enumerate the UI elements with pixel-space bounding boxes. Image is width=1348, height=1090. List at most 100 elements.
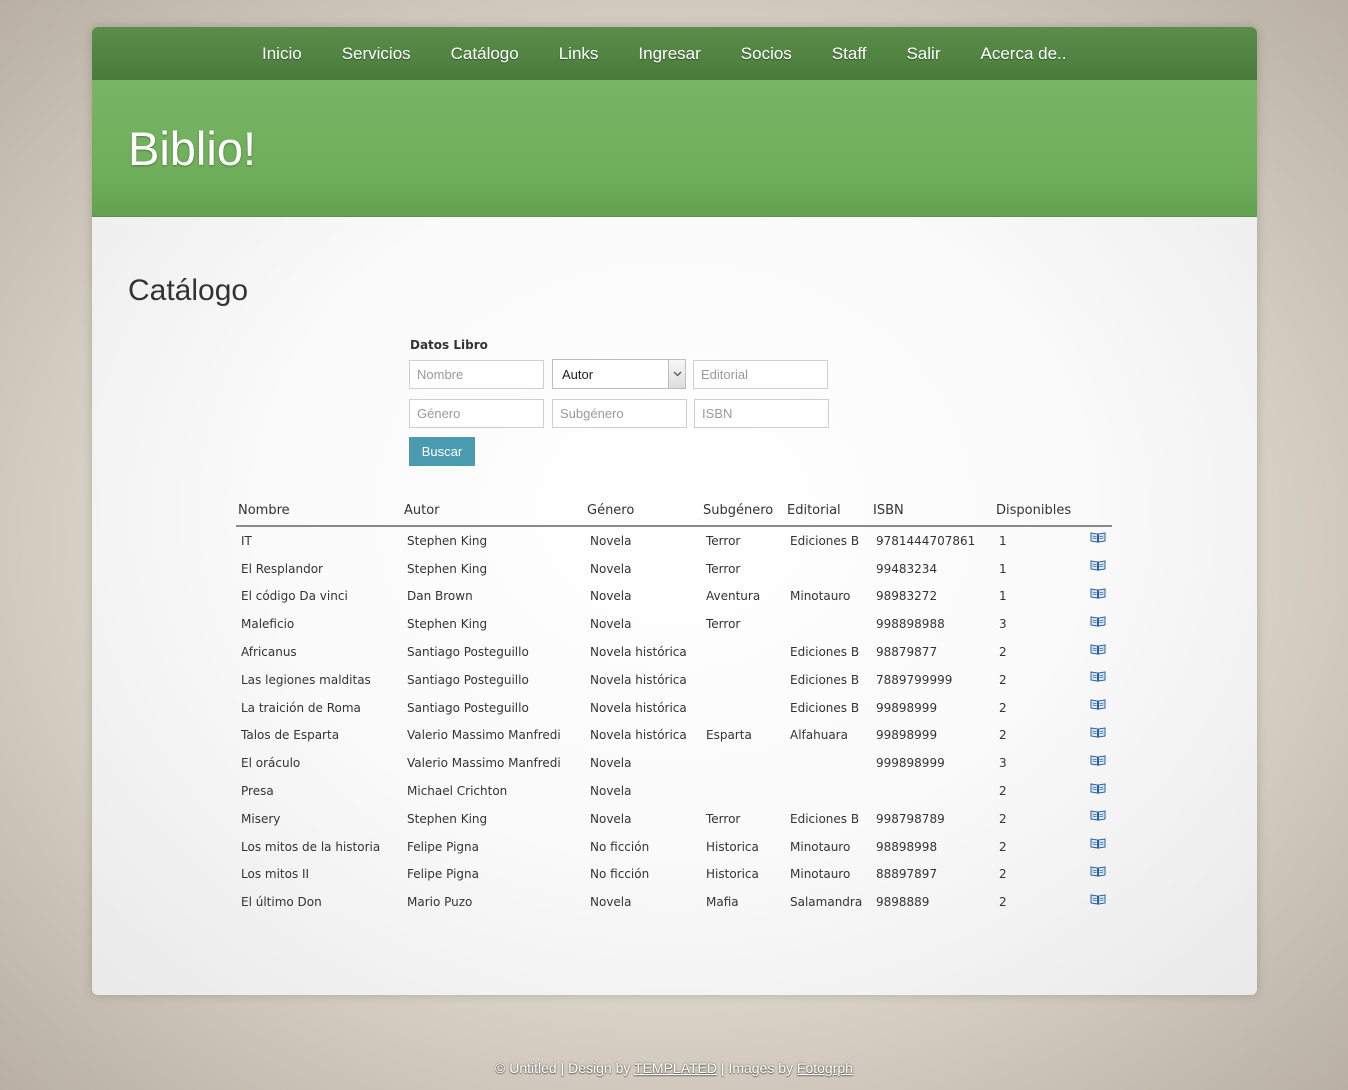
templated-link[interactable]: TEMPLATED bbox=[634, 1060, 717, 1076]
table-row: Africanus Santiago Posteguillo Novela hist… bbox=[236, 638, 1112, 666]
nav-item-socios[interactable]: Socios bbox=[741, 44, 792, 64]
cell-genero: Novela histórica bbox=[590, 645, 687, 660]
column-header-nombre: Nombre bbox=[236, 500, 402, 527]
nav-item-inicio[interactable]: Inicio bbox=[262, 44, 302, 64]
open-book-icon[interactable] bbox=[1090, 698, 1106, 710]
cell-autor: Felipe Pigna bbox=[407, 867, 479, 882]
footer-credit: © Untitled | Design by bbox=[495, 1060, 631, 1076]
table-row: Presa Michael Crichton Novela 2 bbox=[236, 777, 1112, 805]
cell-subgenero: Historica bbox=[706, 839, 759, 854]
table-header-row: Nombre Autor Género Subgénero Editorial ISBN D… bbox=[236, 500, 1112, 527]
open-book-icon[interactable] bbox=[1090, 865, 1106, 877]
cell-editorial: Ediciones B bbox=[790, 533, 860, 548]
autor-select[interactable]: Autor bbox=[552, 359, 686, 389]
nav-item-acerca-de[interactable]: Acerca de.. bbox=[980, 44, 1066, 64]
autor-select-value: Autor bbox=[562, 367, 594, 382]
cell-autor: Stephen King bbox=[407, 811, 488, 826]
chevron-down-icon[interactable] bbox=[668, 360, 685, 388]
table-row: El oráculo Valerio Massimo Manfredi Novela… bbox=[236, 749, 1112, 777]
open-book-icon[interactable] bbox=[1090, 837, 1106, 849]
cell-genero: Novela bbox=[590, 895, 632, 910]
search-form-legend: Datos Libro bbox=[410, 338, 488, 352]
open-book-icon[interactable] bbox=[1090, 893, 1106, 905]
cell-subgenero bbox=[701, 777, 785, 805]
cell-disponibles: 1 bbox=[999, 533, 1007, 548]
site-title: Biblio! bbox=[128, 122, 257, 175]
cell-subgenero bbox=[701, 749, 785, 777]
cell-editorial: Ediciones B bbox=[790, 811, 860, 826]
nav-item-staff[interactable]: Staff bbox=[832, 44, 867, 64]
cell-genero: Novela bbox=[590, 756, 632, 771]
isbn-input[interactable] bbox=[694, 399, 829, 428]
cell-action bbox=[1085, 583, 1112, 611]
cell-genero: Novela bbox=[590, 589, 632, 604]
cell-autor: Santiago Posteguillo bbox=[407, 645, 529, 660]
cell-autor: Santiago Posteguillo bbox=[407, 700, 529, 715]
buscar-button[interactable]: Buscar bbox=[409, 437, 475, 466]
editorial-input[interactable] bbox=[693, 360, 828, 389]
column-header-isbn: ISBN bbox=[871, 500, 994, 527]
open-book-icon[interactable] bbox=[1090, 726, 1106, 738]
cell-genero: Novela histórica bbox=[590, 700, 687, 715]
cell-disponibles: 2 bbox=[999, 784, 1007, 799]
cell-editorial: Minotauro bbox=[790, 839, 851, 854]
cell-autor: Stephen King bbox=[407, 617, 488, 632]
nav-item-ingresar[interactable]: Ingresar bbox=[638, 44, 700, 64]
cell-editorial: Salamandra bbox=[790, 895, 863, 910]
open-book-icon[interactable] bbox=[1090, 587, 1106, 599]
cell-editorial: Alfahuara bbox=[790, 728, 848, 743]
open-book-icon[interactable] bbox=[1090, 643, 1106, 655]
cell-isbn: 98983272 bbox=[876, 589, 938, 604]
cell-nombre: Africanus bbox=[241, 645, 297, 660]
cell-action bbox=[1085, 526, 1112, 555]
column-header-disponibles: Disponibles bbox=[994, 500, 1085, 527]
cell-nombre: Las legiones malditas bbox=[241, 672, 371, 687]
subgenero-input[interactable] bbox=[552, 399, 687, 428]
fotogrph-link[interactable]: Fotogrph bbox=[797, 1060, 853, 1076]
cell-nombre: Los mitos II bbox=[241, 867, 310, 882]
table-row: Talos de Esparta Valerio Massimo Manfredi… bbox=[236, 722, 1112, 750]
nav-item-servicios[interactable]: Servicios bbox=[342, 44, 411, 64]
cell-disponibles: 2 bbox=[999, 728, 1007, 743]
nav-item-links[interactable]: Links bbox=[559, 44, 599, 64]
open-book-icon[interactable] bbox=[1090, 531, 1106, 543]
open-book-icon[interactable] bbox=[1090, 559, 1106, 571]
cell-action bbox=[1085, 555, 1112, 583]
nombre-input[interactable] bbox=[409, 360, 544, 389]
nav-item-salir[interactable]: Salir bbox=[906, 44, 940, 64]
page-wrapper: Inicio Servicios Catálogo Links Ingresar Soci… bbox=[92, 27, 1257, 995]
cell-subgenero bbox=[701, 666, 785, 694]
cell-isbn: 88897897 bbox=[876, 867, 938, 882]
cell-editorial: Ediciones B bbox=[790, 645, 860, 660]
cell-autor: Mario Puzo bbox=[407, 895, 473, 910]
open-book-icon[interactable] bbox=[1090, 809, 1106, 821]
cell-isbn: 999898999 bbox=[876, 756, 945, 771]
nav-menu: Inicio Servicios Catálogo Links Ingresar Soci… bbox=[242, 27, 1086, 80]
table-row: IT Stephen King Novela Terror Ediciones B 978… bbox=[236, 526, 1112, 555]
cell-isbn: 99483234 bbox=[876, 561, 938, 576]
cell-disponibles: 3 bbox=[999, 617, 1007, 632]
column-header-editorial: Editorial bbox=[785, 500, 871, 527]
genero-input[interactable] bbox=[409, 399, 544, 428]
cell-nombre: La traición de Roma bbox=[241, 700, 361, 715]
open-book-icon[interactable] bbox=[1090, 782, 1106, 794]
open-book-icon[interactable] bbox=[1090, 670, 1106, 682]
cell-action bbox=[1085, 666, 1112, 694]
cell-action bbox=[1085, 694, 1112, 722]
cell-nombre: Misery bbox=[241, 811, 281, 826]
cell-isbn: 9781444707861 bbox=[876, 533, 976, 548]
site-footer: © Untitled | Design by TEMPLATED | Image… bbox=[0, 1060, 1348, 1076]
page-title: Catálogo bbox=[128, 274, 249, 307]
cell-subgenero: Terror bbox=[706, 533, 741, 548]
open-book-icon[interactable] bbox=[1090, 754, 1106, 766]
nav-item-catálogo[interactable]: Catálogo bbox=[451, 44, 519, 64]
cell-autor: Santiago Posteguillo bbox=[407, 672, 529, 687]
cell-nombre: Presa bbox=[241, 784, 274, 799]
open-book-icon[interactable] bbox=[1090, 615, 1106, 627]
cell-editorial: Ediciones B bbox=[790, 700, 860, 715]
top-navigation: Inicio Servicios Catálogo Links Ingresar Soci… bbox=[92, 27, 1257, 81]
cell-action bbox=[1085, 861, 1112, 889]
cell-action bbox=[1085, 722, 1112, 750]
cell-subgenero: Terror bbox=[706, 811, 741, 826]
cell-subgenero bbox=[701, 638, 785, 666]
